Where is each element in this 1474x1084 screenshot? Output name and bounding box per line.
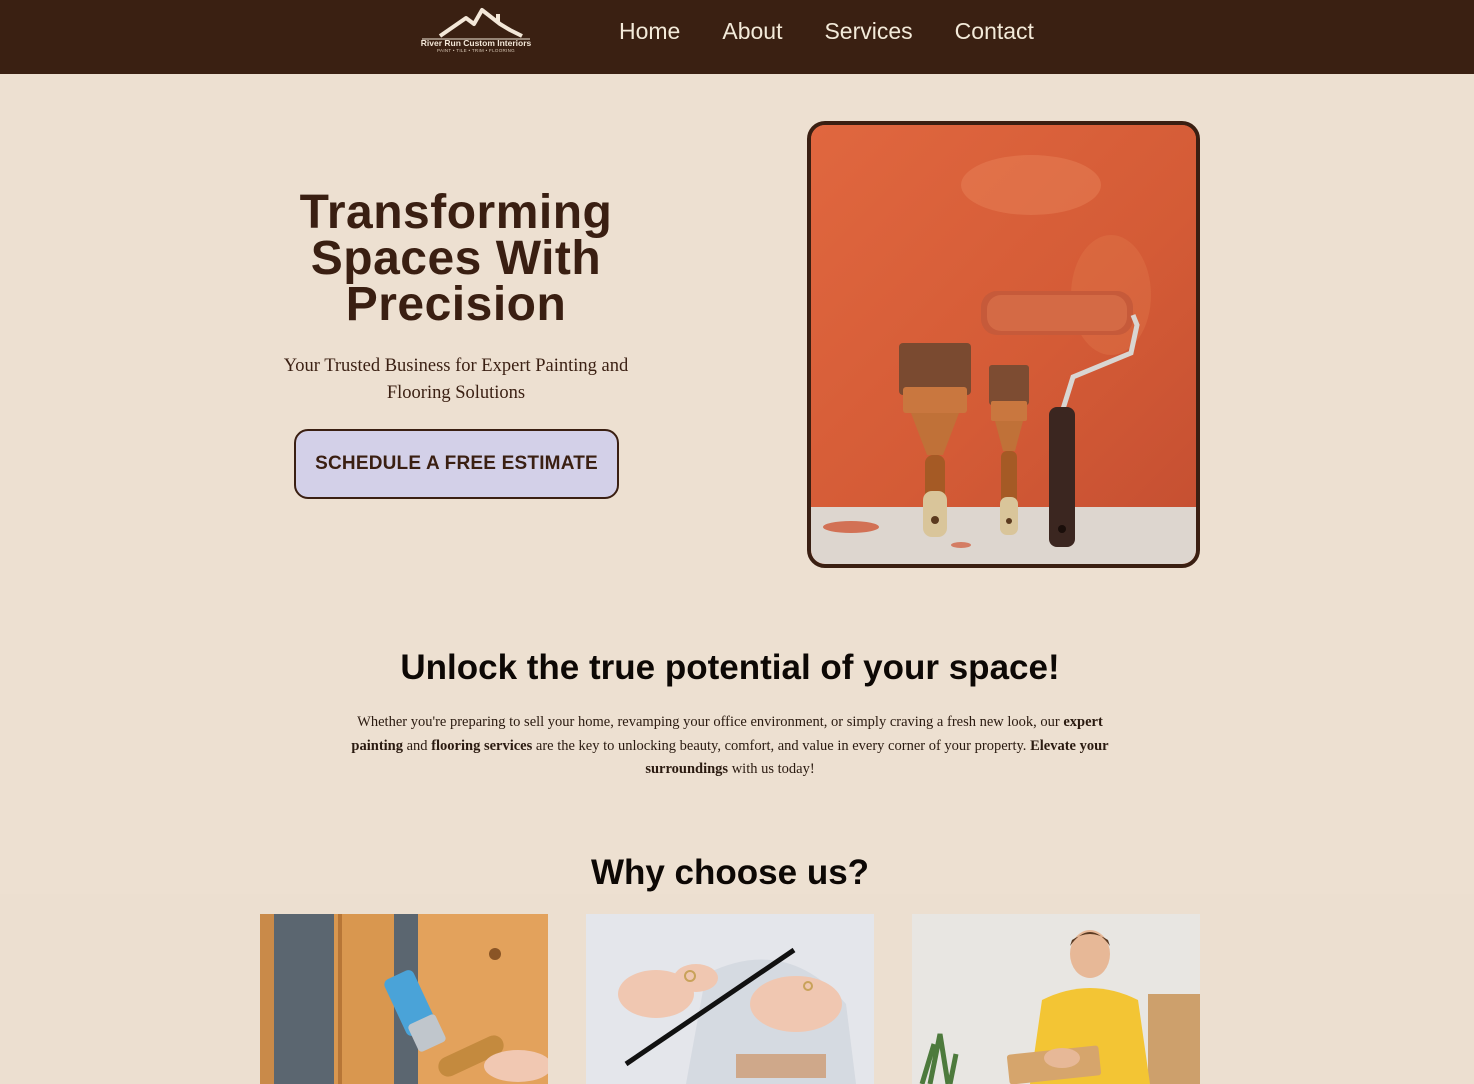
hero-title-line-3: Precision: [345, 278, 567, 331]
top-navbar: River Run Custom Interiors PAINT • TILE …: [0, 0, 1474, 74]
hero-subtitle-line-1: Your Trusted Business for Expert Paintin…: [283, 356, 629, 376]
why-card-2: [586, 914, 874, 1084]
unlock-paragraph: Whether you're preparing to sell your ho…: [350, 711, 1110, 782]
unlock-bold-2: flooring services: [431, 737, 533, 754]
paintbrushes-roller-image: [811, 125, 1196, 564]
nav-link-home[interactable]: Home: [619, 18, 680, 45]
schedule-estimate-button[interactable]: SCHEDULE A FREE ESTIMATE: [294, 429, 619, 499]
hands-measuring-plan-image: [586, 914, 874, 1084]
brush-staining-wood-image: [260, 914, 548, 1084]
logo-brand-text: River Run Custom Interiors: [420, 38, 532, 48]
nav-links: Home About Services Contact: [619, 18, 1034, 45]
unlock-text-4: with us today!: [731, 761, 815, 777]
nav-link-services[interactable]: Services: [824, 18, 912, 45]
nav-link-contact[interactable]: Contact: [955, 18, 1034, 45]
house-roof-icon: [422, 8, 530, 40]
unlock-text-2: and: [406, 737, 428, 754]
hero-subtitle-line-2: Flooring Solutions: [386, 383, 526, 403]
unlock-heading: Unlock the true potential of your space!: [400, 648, 1060, 687]
unlock-text-1: Whether you're preparing to sell your ho…: [357, 714, 1060, 730]
hero-subtitle: Your Trusted Business for Expert Paintin…: [256, 353, 656, 407]
logo-tagline: PAINT • TILE • TRIM • FLOORING: [437, 48, 515, 53]
hero-title: Transforming Spaces With Precision: [250, 189, 662, 331]
logo[interactable]: River Run Custom Interiors PAINT • TILE …: [412, 6, 540, 56]
why-card-3: [912, 914, 1200, 1084]
unlock-text-3: are the key to unlocking beauty, comfort…: [535, 737, 1027, 754]
hero-image: [807, 121, 1200, 568]
nav-link-about[interactable]: About: [722, 18, 782, 45]
why-card-1: [260, 914, 548, 1084]
why-choose-us-heading: Why choose us?: [590, 853, 870, 892]
man-with-clipboard-image: [912, 914, 1200, 1084]
